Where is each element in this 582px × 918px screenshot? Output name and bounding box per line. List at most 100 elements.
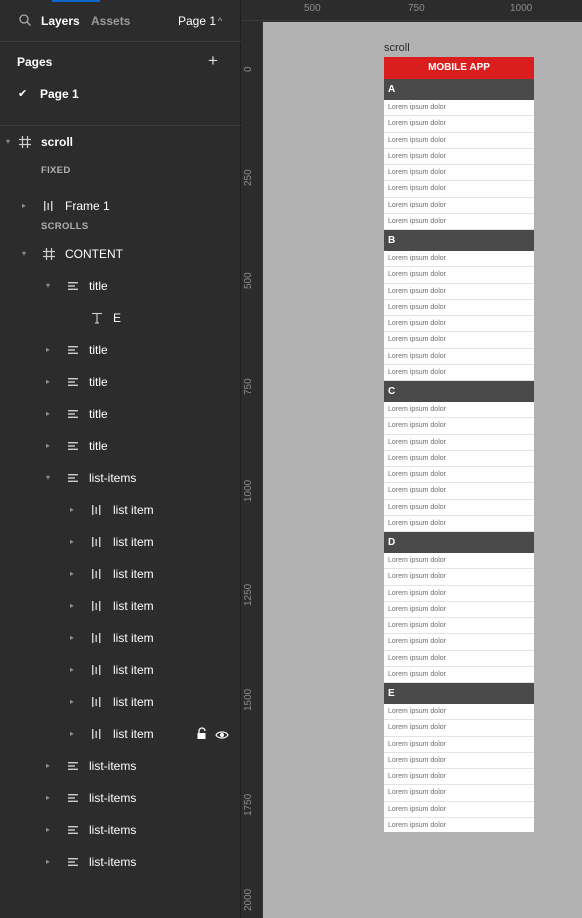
chevron-down-icon[interactable]: ▾: [46, 473, 54, 482]
search-icon[interactable]: [18, 13, 32, 27]
list-item: Lorem ipsum dolor: [384, 300, 534, 316]
chevron-right-icon[interactable]: ▸: [70, 601, 78, 610]
layer-scroll[interactable]: ▾ scroll: [0, 126, 241, 158]
tab-assets[interactable]: Assets: [91, 14, 130, 28]
page-item-page-1[interactable]: ✔ Page 1: [0, 82, 241, 106]
list-item: Lorem ipsum dolor: [384, 100, 534, 117]
chevron-right-icon[interactable]: ▸: [70, 665, 78, 674]
layer-list-items[interactable]: ▸ list-items: [0, 782, 241, 814]
chevron-right-icon[interactable]: ▸: [70, 697, 78, 706]
ruler-horizontal: 500 750 1000: [241, 0, 582, 21]
eye-icon[interactable]: [215, 728, 229, 746]
chevron-right-icon[interactable]: ▸: [46, 441, 54, 450]
page-dropdown[interactable]: Page 1 ^: [178, 14, 222, 28]
layer-text-e[interactable]: E: [0, 302, 241, 334]
layer-title[interactable]: ▾ title: [0, 270, 241, 302]
layer-content[interactable]: ▾ CONTENT: [0, 238, 241, 270]
chevron-down-icon[interactable]: ▾: [22, 249, 30, 258]
layer-title[interactable]: ▸ title: [0, 334, 241, 366]
layer-list-item[interactable]: ▸ list item: [0, 590, 241, 622]
autolayout-icon: [90, 567, 104, 581]
chevron-down-icon[interactable]: ▾: [46, 281, 54, 290]
list-item: Lorem ipsum dolor: [384, 651, 534, 667]
chevron-right-icon[interactable]: ▸: [70, 569, 78, 578]
list-item: Lorem ipsum dolor: [384, 500, 534, 516]
ruler-label: 250: [243, 169, 254, 186]
layer-label: list item: [113, 663, 154, 677]
autolayout-icon: [66, 823, 80, 837]
layer-list-item[interactable]: ▸ list item: [0, 622, 241, 654]
section-label-fixed: FIXED: [41, 165, 71, 176]
list-item: Lorem ipsum dolor: [384, 149, 534, 165]
chevron-right-icon[interactable]: ▸: [46, 409, 54, 418]
layer-frame-1[interactable]: ▸ Frame 1: [0, 190, 241, 222]
page-dropdown-label: Page 1: [178, 14, 217, 28]
ruler-label: 0: [243, 66, 254, 72]
layer-label: Frame 1: [65, 199, 110, 213]
layer-list-item[interactable]: ▸ list item: [0, 494, 241, 526]
list-item: Lorem ipsum dolor: [384, 133, 534, 149]
autolayout-icon: [66, 279, 80, 293]
chevron-right-icon[interactable]: ▸: [46, 857, 54, 866]
list-item: Lorem ipsum dolor: [384, 251, 534, 268]
chevron-right-icon[interactable]: ▸: [46, 345, 54, 354]
chevron-right-icon[interactable]: ▸: [70, 505, 78, 514]
autolayout-icon: [90, 631, 104, 645]
list-item: Lorem ipsum dolor: [384, 769, 534, 786]
list-item: Lorem ipsum dolor: [384, 116, 534, 133]
ruler-label: 750: [243, 378, 254, 395]
chevron-right-icon[interactable]: ▸: [46, 761, 54, 770]
list-item: Lorem ipsum dolor: [384, 753, 534, 769]
autolayout-icon: [66, 759, 80, 773]
layer-list-item[interactable]: ▸ list item: [0, 558, 241, 590]
layer-list-item[interactable]: ▸ list item: [0, 526, 241, 558]
layer-label: list item: [113, 567, 154, 581]
list-item: Lorem ipsum dolor: [384, 165, 534, 182]
layer-label: title: [89, 343, 108, 357]
tab-layers[interactable]: Layers: [41, 14, 80, 28]
ruler-label: 1750: [243, 793, 254, 816]
layer-label: scroll: [41, 135, 74, 149]
canvas[interactable]: scroll MOBILE APP A Lorem ipsum dolor Lore…: [263, 22, 582, 918]
layer-title[interactable]: ▸ title: [0, 366, 241, 398]
panel-tabs: Layers Assets Page 1 ^: [0, 0, 241, 42]
lock-icon[interactable]: [196, 727, 208, 745]
mobile-frame[interactable]: MOBILE APP A Lorem ipsum dolor Lorem ipsum…: [384, 57, 534, 832]
layer-list-items[interactable]: ▸ list-items: [0, 846, 241, 878]
layer-label: list item: [113, 631, 154, 645]
chevron-right-icon[interactable]: ▸: [46, 825, 54, 834]
chevron-right-icon[interactable]: ▸: [70, 729, 78, 738]
list-item: Lorem ipsum dolor: [384, 818, 534, 832]
layer-list-items[interactable]: ▾ list-items: [0, 462, 241, 494]
chevron-right-icon[interactable]: ▸: [70, 537, 78, 546]
list-item: Lorem ipsum dolor: [384, 365, 534, 381]
plus-icon[interactable]: +: [208, 52, 218, 69]
layer-label: title: [89, 375, 108, 389]
chevron-right-icon[interactable]: ▸: [46, 793, 54, 802]
list-item: Lorem ipsum dolor: [384, 418, 534, 435]
autolayout-icon: [90, 535, 104, 549]
chevron-right-icon[interactable]: ▸: [22, 201, 30, 210]
app-header: MOBILE APP: [384, 57, 534, 79]
layer-list-item[interactable]: ▸ list item: [0, 654, 241, 686]
layer-title[interactable]: ▸ title: [0, 398, 241, 430]
chevron-right-icon[interactable]: ▸: [70, 633, 78, 642]
section-header: C: [384, 381, 534, 402]
list-item: Lorem ipsum dolor: [384, 181, 534, 198]
frame-name-label[interactable]: scroll: [384, 42, 410, 54]
list-item: Lorem ipsum dolor: [384, 483, 534, 500]
layer-label: title: [89, 279, 108, 293]
layer-list-item[interactable]: ▸ list item: [0, 686, 241, 718]
layer-list-items[interactable]: ▸ list-items: [0, 750, 241, 782]
layers-panel: Layers Assets Page 1 ^ Pages + ✔ Page 1 F…: [0, 0, 241, 918]
layer-list-item[interactable]: ▸ list item: [0, 718, 241, 750]
list-item: Lorem ipsum dolor: [384, 720, 534, 737]
layer-title[interactable]: ▸ title: [0, 430, 241, 462]
chevron-right-icon[interactable]: ▸: [46, 377, 54, 386]
chevron-down-icon[interactable]: ▾: [6, 137, 14, 146]
list-item: Lorem ipsum dolor: [384, 737, 534, 753]
ruler-label: 1000: [510, 3, 533, 14]
ruler-label: 1000: [243, 479, 254, 502]
layer-label: list-items: [89, 759, 137, 773]
layer-list-items[interactable]: ▸ list-items: [0, 814, 241, 846]
